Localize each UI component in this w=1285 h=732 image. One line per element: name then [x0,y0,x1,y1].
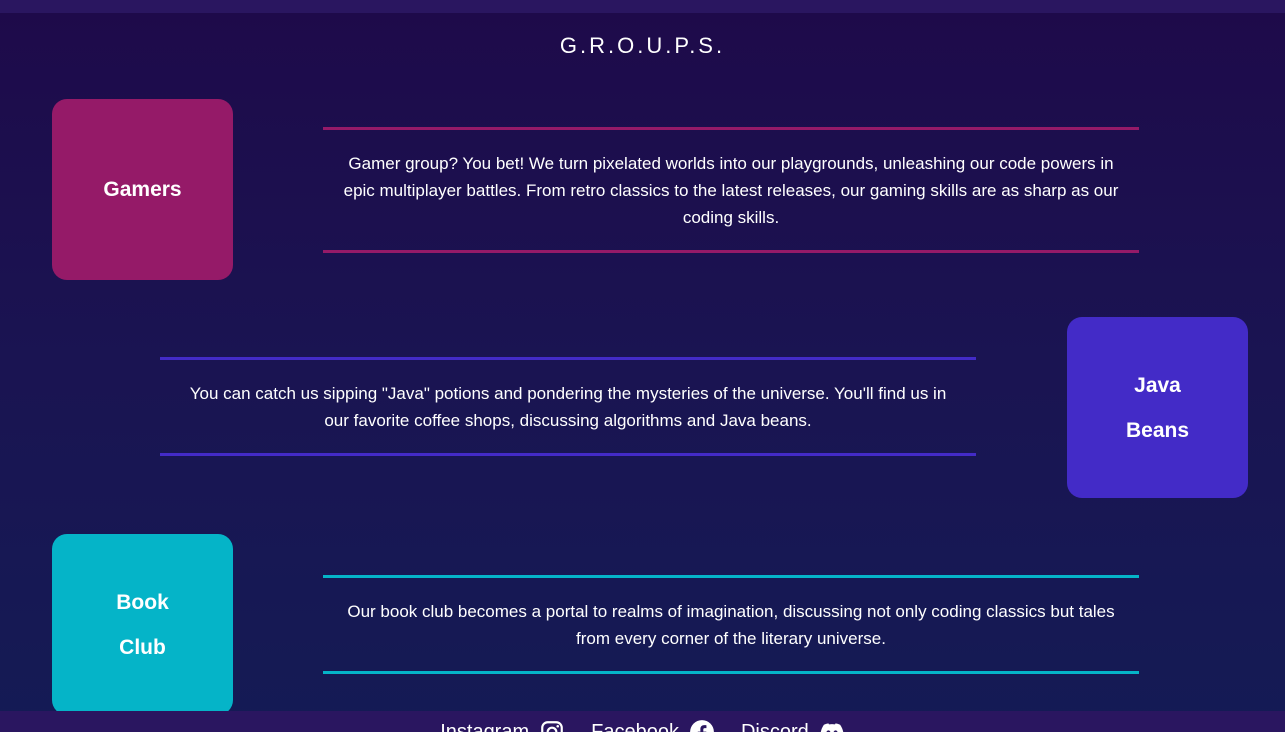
group-description-book-club: Our book club becomes a portal to realms… [323,575,1139,674]
page-title: G.R.O.U.P.S. [559,33,726,58]
group-description-java-beans: You can catch us sipping "Java" potions … [160,357,976,456]
footer: Instagram Facebook Discord [0,711,1285,732]
group-tile-java-beans[interactable]: Java Beans [1067,317,1248,498]
footer-link-label: Discord [740,720,809,732]
group-name-line1: Java [1134,373,1181,397]
group-name-line2: Club [119,635,166,659]
group-name-line1: Gamers [103,178,182,201]
footer-link-facebook[interactable]: Facebook [591,719,715,732]
footer-links: Instagram Facebook Discord [0,719,1285,732]
discord-icon [820,723,844,732]
instagram-icon [541,721,563,732]
group-tile-gamers[interactable]: Gamers [52,99,233,280]
group-description-gamers: Gamer group? You bet! We turn pixelated … [323,127,1139,253]
description-text: You can catch us sipping "Java" potions … [189,383,947,430]
top-bar [0,0,1285,13]
group-name-line2: Beans [1125,418,1190,442]
description-text: Gamer group? You bet! We turn pixelated … [343,153,1119,227]
footer-link-discord[interactable]: Discord [741,719,845,732]
description-text: Our book club becomes a portal to realms… [347,601,1115,648]
footer-link-label: Facebook [591,720,679,732]
footer-link-label: Instagram [440,720,530,732]
group-tile-book-club[interactable]: Book Club [52,534,233,715]
footer-link-instagram[interactable]: Instagram [440,719,565,732]
group-name-line1: Book [116,590,169,614]
facebook-icon [690,720,714,732]
